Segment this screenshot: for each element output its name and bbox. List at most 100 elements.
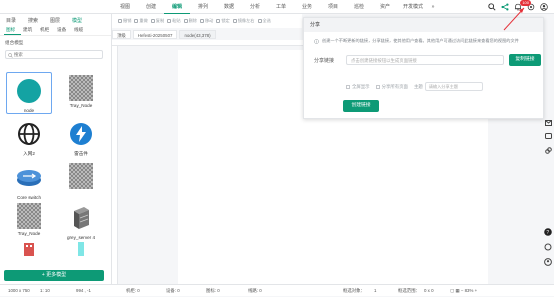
placeholder-image-icon (17, 203, 41, 229)
share-options: 全屏显示 分享所有页面 主题 请输入分享主题 (346, 82, 483, 91)
switch-icon (14, 163, 44, 193)
placeholder-image-icon (69, 163, 93, 189)
lock-button[interactable]: 锁定 (216, 18, 230, 24)
menu-assets[interactable]: 资产 (372, 0, 398, 14)
edit-toolbar: 撤销 重做 复制 粘贴 删除 移动 锁定 镜像左右 全选 (112, 14, 302, 28)
main-menu: 视图 创建 编辑 排列 数据 分析 工单 业务 项目 巡检 资产 开发模式 » (112, 0, 438, 14)
move-icon (199, 19, 204, 23)
select-all-icon (257, 19, 262, 23)
subtab-icons[interactable]: 图标 (4, 26, 21, 35)
fullscreen-checkbox[interactable] (346, 84, 350, 89)
menu-dev-mode[interactable]: 开发模式 (398, 0, 428, 14)
zoom-controls: ▢ ▦ − 83% + (450, 285, 477, 297)
share-link-row: 分享链接 点击创建链接按钮以生成页面链接 (314, 55, 504, 65)
model-search (5, 50, 103, 59)
placeholder-image-icon (69, 75, 93, 101)
paste-button[interactable]: 粘贴 (167, 18, 181, 24)
chat-icon[interactable] (544, 133, 552, 140)
link-icon[interactable] (544, 147, 552, 154)
model-core-switch[interactable]: Core switch (6, 160, 52, 202)
doc-tab-top[interactable]: 顶级 (112, 30, 131, 39)
zoom-level: 83% (464, 288, 474, 293)
model-lightning[interactable]: 雷击件 (58, 116, 104, 158)
document-tabs: 顶级 Hefesti-20250507 node(43,378) (112, 30, 216, 39)
redo-button[interactable]: 重做 (134, 18, 148, 24)
doc-tab-file[interactable]: Hefesti-20250507 (132, 30, 178, 39)
device-count: 设备: 0 (166, 288, 180, 293)
avatar[interactable] (539, 2, 548, 11)
building-icon (14, 242, 44, 256)
menu-create[interactable]: 创建 (138, 0, 164, 14)
model-network[interactable]: 入网2 (6, 116, 52, 158)
model-beam[interactable] (58, 242, 104, 258)
search-input[interactable] (14, 51, 102, 58)
status-bar: 1000 x 750 1: 10 994 , -1 机柜: 0 设备: 0 图标… (0, 284, 554, 296)
fullscreen-label: 全屏显示 (352, 83, 370, 89)
undo-button[interactable]: 撤销 (118, 18, 131, 24)
menu-ticket[interactable]: 工单 (268, 0, 294, 14)
menu-more[interactable]: » (428, 0, 438, 14)
mirror-button[interactable]: 镜像左右 (232, 18, 255, 24)
menu-project[interactable]: 项目 (320, 0, 346, 14)
select-all-button[interactable]: 全选 (257, 18, 271, 24)
tab-directory[interactable]: 目录 (4, 17, 26, 26)
create-link-button[interactable]: 创建链接 (343, 100, 379, 112)
right-side-toolbar: ? (542, 120, 554, 280)
lock-icon (216, 19, 221, 23)
undo-icon (118, 19, 122, 23)
model-building[interactable] (6, 242, 52, 258)
share-all-checkbox[interactable] (375, 84, 380, 89)
share-link-field[interactable]: 点击创建链接按钮以生成页面链接 (346, 55, 504, 65)
model-label: 雷击件 (74, 151, 88, 156)
doc-tab-node[interactable]: node(43,378) (179, 30, 216, 39)
menu-view[interactable]: 视图 (112, 0, 138, 14)
help-icon[interactable]: ? (544, 228, 552, 236)
search-icon[interactable] (487, 2, 496, 11)
share-all-option[interactable]: 分享所有页面 (375, 84, 408, 90)
section-title: 组合模型 (5, 40, 24, 45)
copy-link-button[interactable]: 复制链接 (509, 54, 541, 66)
model-node[interactable]: node (6, 72, 52, 114)
refresh-icon[interactable] (544, 243, 552, 251)
share-link-label: 分享链接 (314, 57, 335, 64)
copy-button[interactable]: 复制 (150, 18, 164, 24)
theme-option: 主题 请输入分享主题 (414, 82, 483, 91)
fullscreen-option[interactable]: 全屏显示 (346, 84, 370, 90)
menu-arrange[interactable]: 排列 (190, 0, 216, 14)
model-grey-server[interactable]: grey_server 4 (58, 200, 104, 242)
menu-inspection[interactable]: 巡检 (346, 0, 372, 14)
menu-analysis[interactable]: 分析 (242, 0, 268, 14)
model-tray-node-2[interactable]: Tray_Node (6, 200, 52, 242)
cable-count: 线路: 0 (248, 288, 262, 293)
model-unnamed[interactable] (58, 160, 104, 202)
subtab-cables[interactable]: 线缆 (72, 26, 89, 35)
delete-button[interactable]: 删除 (183, 18, 197, 24)
zoom-in-button[interactable]: + (475, 288, 478, 293)
delete-icon (183, 19, 188, 23)
model-tray-node[interactable]: Tray_Node (58, 72, 104, 114)
range-label: 框选范围： (398, 288, 420, 293)
range-value: 0 x 0 (424, 288, 434, 293)
mail-icon[interactable] (544, 120, 552, 126)
tab-search[interactable]: 搜索 (26, 17, 48, 26)
menu-business[interactable]: 业务 (294, 0, 320, 14)
light-beam-icon (66, 242, 96, 256)
menu-edit[interactable]: 编辑 (164, 0, 190, 14)
subtab-devices[interactable]: 设备 (55, 26, 72, 35)
fit-icon[interactable]: ▢ (450, 288, 454, 293)
subtab-cabinets[interactable]: 机柜 (38, 26, 55, 35)
move-label: 移动 (204, 18, 214, 23)
tab-models[interactable]: 模型 (70, 17, 92, 26)
model-label: Tray_Node (69, 103, 93, 108)
move-button[interactable]: 移动 (199, 18, 214, 24)
tab-layers[interactable]: 图层 (48, 17, 70, 26)
theme-input[interactable]: 请输入分享主题 (424, 82, 483, 91)
selected-count: 1 (374, 288, 377, 293)
more-models-button[interactable]: + 更多模型 (4, 270, 104, 281)
undo-label: 撤销 (123, 18, 132, 23)
left-tabs: 目录 搜索 图层 模型 (0, 14, 111, 26)
user-circle-icon[interactable] (544, 258, 552, 266)
copy-icon (150, 19, 155, 23)
menu-data[interactable]: 数据 (216, 0, 242, 14)
subtab-buildings[interactable]: 建筑 (21, 26, 38, 35)
